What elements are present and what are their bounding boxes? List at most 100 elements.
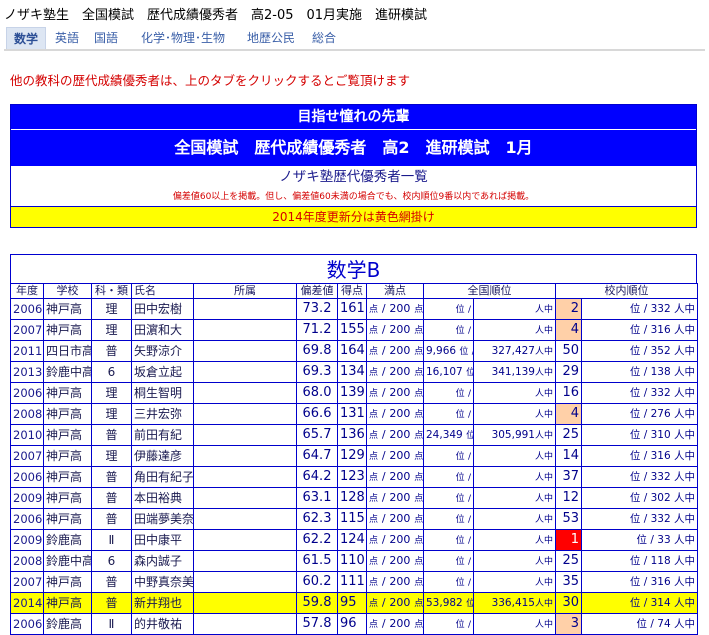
cell-year: 2006	[10, 466, 44, 488]
slash-separator: /	[643, 576, 648, 588]
cell-national-rank: 53,982 位 /	[423, 592, 474, 614]
cell-affil	[193, 403, 297, 425]
rank-suffix: 位	[455, 325, 465, 336]
header-max: 満点	[366, 283, 424, 299]
tab-science[interactable]: 化学･物理･生物	[130, 27, 236, 49]
tab-social[interactable]: 地歴公民	[240, 27, 302, 49]
slash-separator: /	[467, 556, 471, 567]
cell-school-total: 位 / 316 人中	[581, 571, 698, 593]
slash-separator: /	[381, 428, 386, 441]
point-unit: 点	[414, 473, 424, 483]
point-unit: 点	[369, 473, 379, 483]
slash-separator: /	[381, 386, 386, 399]
cell-national-rank: 位 /	[423, 298, 474, 320]
rank-suffix: 位	[629, 513, 641, 525]
people-suffix: 人中	[534, 619, 553, 630]
cell-affil	[193, 613, 297, 635]
cell-school-total: 位 / 118 人中	[581, 550, 698, 572]
cell-school: 神戸高	[43, 424, 92, 446]
cell-year: 2007	[10, 319, 44, 341]
cell-school-total: 位 / 138 人中	[581, 361, 698, 383]
cell-school: 神戸高	[43, 298, 92, 320]
point-unit: 点	[414, 305, 424, 315]
people-suffix: 人中	[674, 429, 695, 441]
cell-score: 110	[337, 550, 367, 572]
rank-suffix: 位	[629, 387, 641, 399]
school-total: 316	[650, 324, 671, 336]
slash-separator: /	[381, 407, 386, 420]
cell-max: 点 / 200 点	[366, 529, 424, 551]
cell-national-total: 人中	[473, 529, 556, 551]
tab-japanese[interactable]: 国語	[88, 27, 124, 49]
cell-deviation: 73.2	[296, 298, 338, 320]
cell-school-rank: 4	[555, 319, 582, 341]
slash-separator: /	[643, 366, 648, 378]
cell-school-rank: 35	[555, 571, 582, 593]
cell-max: 点 / 200 点	[366, 466, 424, 488]
rank-suffix: 位	[466, 368, 472, 378]
max-score: 200	[389, 533, 411, 546]
slash-separator: /	[381, 617, 386, 630]
cell-year: 2006	[10, 382, 44, 404]
tab-english[interactable]: 英語	[50, 27, 84, 49]
cell-national-rank: 位 /	[423, 382, 474, 404]
cell-year: 2009	[10, 487, 44, 509]
cell-school: 四日市高	[43, 340, 92, 362]
people-suffix: 人中	[534, 304, 553, 315]
cell-name: 角田有紀子	[131, 466, 194, 488]
slash-separator: /	[643, 387, 648, 399]
cell-national-total: 人中	[473, 445, 556, 467]
slash-separator: /	[381, 575, 386, 588]
cell-affil	[193, 466, 297, 488]
cell-school-total: 位 / 316 人中	[581, 319, 698, 341]
hero-subtitle: ノザキ塾歴代優秀者一覧	[279, 169, 428, 185]
cell-deviation: 57.8	[296, 613, 338, 635]
cell-type: 普	[91, 508, 132, 530]
cell-score: 129	[337, 445, 367, 467]
people-suffix: 人中	[534, 535, 553, 546]
cell-type: 理	[91, 382, 132, 404]
tab-notice: 他の教科の歴代成績優秀者は、上のタブをクリックするとご覧頂けます	[10, 73, 411, 88]
people-suffix: 人中	[534, 556, 553, 567]
cell-max: 点 / 200 点	[366, 571, 424, 593]
people-suffix: 人中	[534, 367, 553, 378]
cell-national-total: 人中	[473, 550, 556, 572]
cell-school-total: 位 / 332 人中	[581, 508, 698, 530]
cell-score: 134	[337, 361, 367, 383]
slash-separator: /	[467, 325, 471, 336]
point-unit: 点	[414, 494, 424, 504]
cell-national-rank: 位 /	[423, 571, 474, 593]
people-suffix: 人中	[534, 430, 553, 441]
cell-type: 理	[91, 445, 132, 467]
cell-national-total: 人中	[473, 298, 556, 320]
school-total: 118	[650, 555, 671, 567]
cell-type: 理	[91, 319, 132, 341]
table-row: 2008 鈴鹿中高 6 森内誠子 61.5 110 点 / 200 点 位 / 人中 25 位 /…	[10, 550, 698, 572]
cell-national-total: 305,991人中	[473, 424, 556, 446]
hero-criteria: 偏差値60以上を掲載。但し、偏差値60未満の場合でも、校内順位9番以内であれば掲…	[11, 188, 696, 207]
max-score: 200	[389, 386, 411, 399]
point-unit: 点	[369, 389, 379, 399]
tab-overall[interactable]: 総合	[306, 27, 342, 49]
rank-suffix: 位	[455, 304, 465, 315]
cell-affil	[193, 529, 297, 551]
cell-national-rank: 位 /	[423, 487, 474, 509]
point-unit: 点	[414, 557, 424, 567]
header-year: 年度	[10, 283, 44, 299]
cell-school-total: 位 / 33 人中	[581, 529, 698, 551]
cell-score: 111	[337, 571, 367, 593]
slash-separator: /	[467, 304, 471, 315]
rank-suffix: 位	[455, 577, 465, 588]
slash-separator: /	[381, 323, 386, 336]
header-school: 学校	[43, 283, 92, 299]
tab-math[interactable]: 数学	[6, 27, 46, 49]
cell-score: 124	[337, 529, 367, 551]
cell-type: 理	[91, 403, 132, 425]
rank-suffix: 位	[629, 324, 641, 336]
cell-max: 点 / 200 点	[366, 424, 424, 446]
point-unit: 点	[369, 452, 379, 462]
people-suffix: 人中	[534, 577, 553, 588]
point-unit: 点	[369, 368, 379, 378]
max-score: 200	[389, 491, 411, 504]
cell-max: 点 / 200 点	[366, 298, 424, 320]
